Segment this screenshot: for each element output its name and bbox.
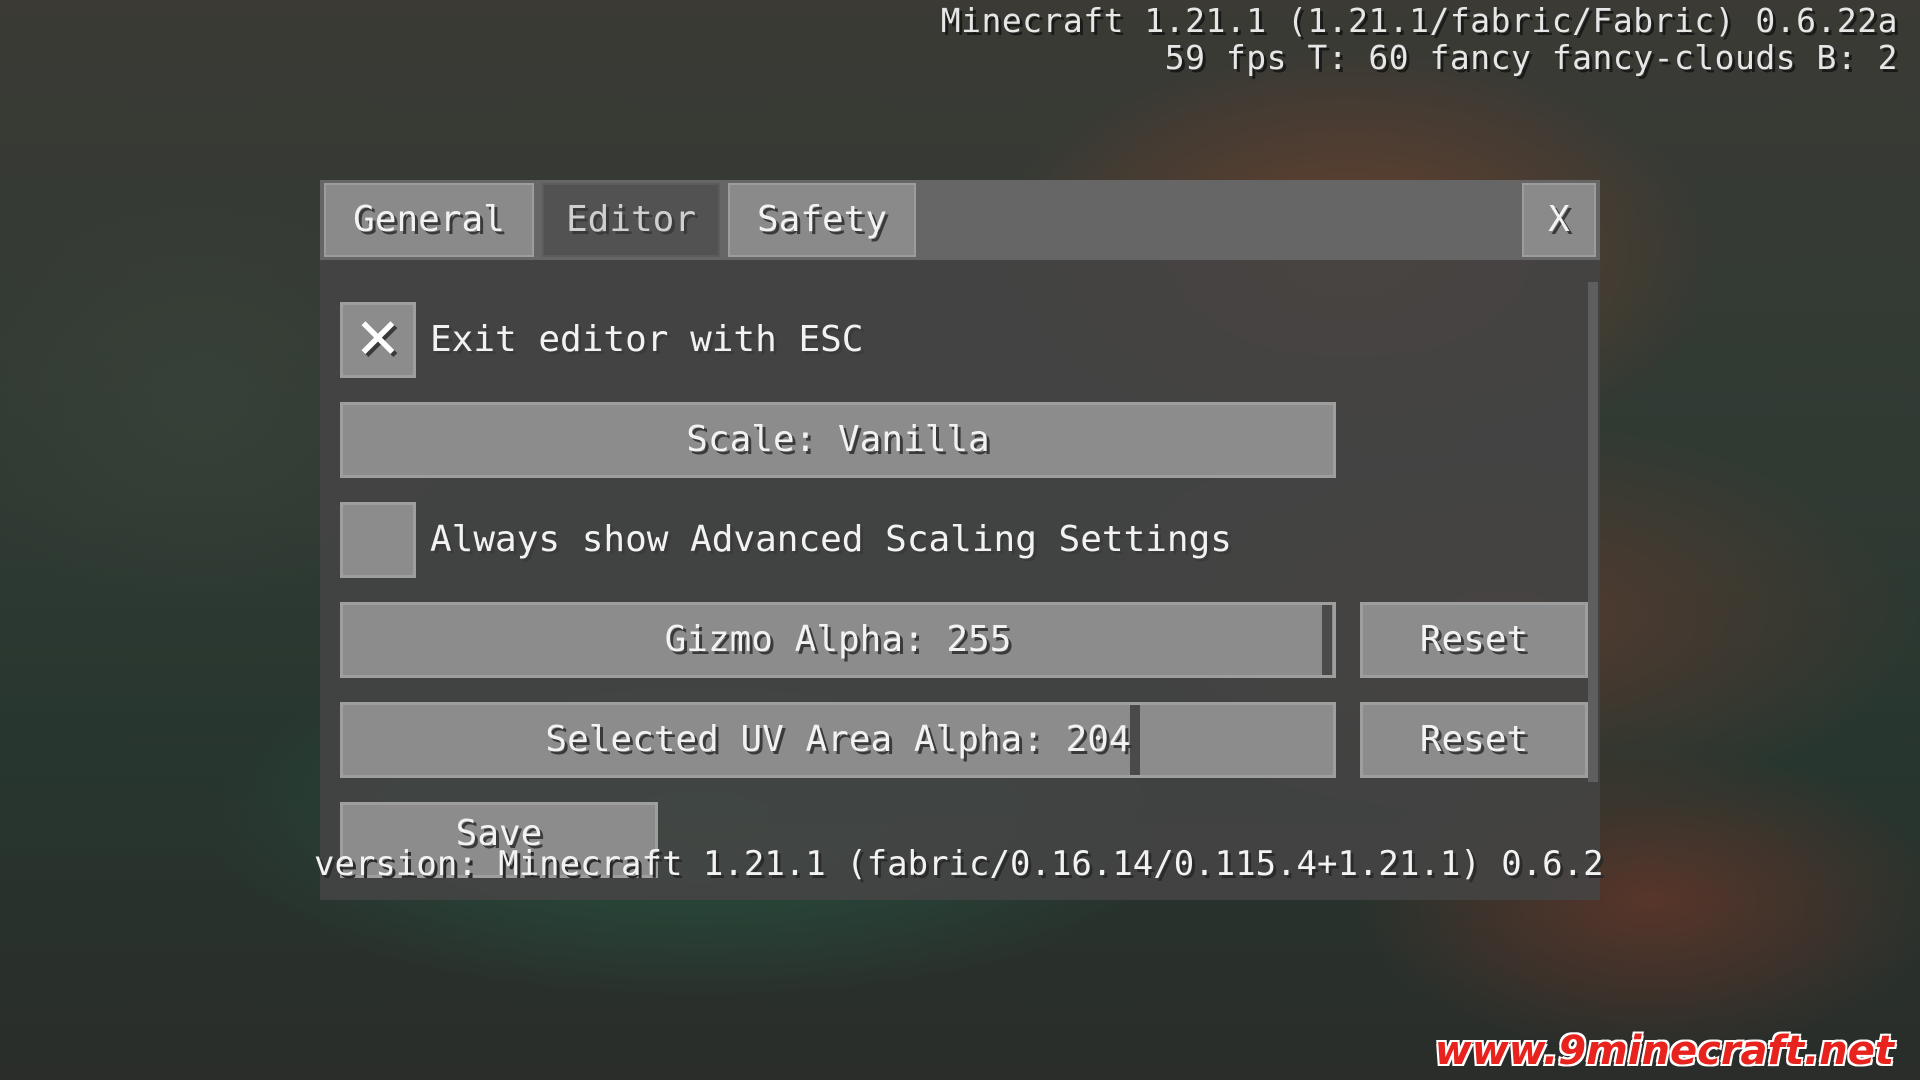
tab-bar: General Editor Safety X bbox=[320, 180, 1600, 260]
uv-alpha-slider[interactable]: Selected UV Area Alpha: 204 bbox=[340, 702, 1336, 778]
tab-safety[interactable]: Safety bbox=[728, 183, 916, 257]
scale-button[interactable]: Scale: Vanilla bbox=[340, 402, 1336, 478]
tab-editor[interactable]: Editor bbox=[542, 183, 720, 257]
gizmo-alpha-slider[interactable]: Gizmo Alpha: 255 bbox=[340, 602, 1336, 678]
watermark-logo: www.9minecraft.net bbox=[1434, 1028, 1894, 1074]
exit-esc-checkbox[interactable]: ✕ bbox=[340, 302, 416, 378]
gizmo-alpha-label: Gizmo Alpha: 255 bbox=[664, 619, 1012, 660]
version-text: version: Minecraft 1.21.1 (fabric/0.16.1… bbox=[314, 844, 1604, 884]
settings-panel: General Editor Safety X ✕ Exit editor wi… bbox=[314, 180, 1604, 900]
scrollbar[interactable] bbox=[1588, 282, 1598, 782]
advanced-scaling-checkbox[interactable] bbox=[340, 502, 416, 578]
uv-alpha-label: Selected UV Area Alpha: 204 bbox=[545, 719, 1131, 760]
exit-esc-label: Exit editor with ESC bbox=[430, 319, 864, 360]
debug-version-line: Minecraft 1.21.1 (1.21.1/fabric/Fabric) … bbox=[940, 1, 1898, 40]
gizmo-alpha-reset-button[interactable]: Reset bbox=[1360, 602, 1588, 678]
debug-overlay: Minecraft 1.21.1 (1.21.1/fabric/Fabric) … bbox=[941, 2, 1898, 76]
debug-fps-line: 59 fps T: 60 fancy fancy-clouds B: 2 bbox=[1164, 38, 1898, 77]
close-button[interactable]: X bbox=[1522, 183, 1596, 257]
advanced-scaling-label: Always show Advanced Scaling Settings bbox=[430, 519, 1232, 560]
uv-alpha-reset-button[interactable]: Reset bbox=[1360, 702, 1588, 778]
tab-general[interactable]: General bbox=[324, 183, 534, 257]
checkmark-x-icon: ✕ bbox=[354, 307, 402, 372]
